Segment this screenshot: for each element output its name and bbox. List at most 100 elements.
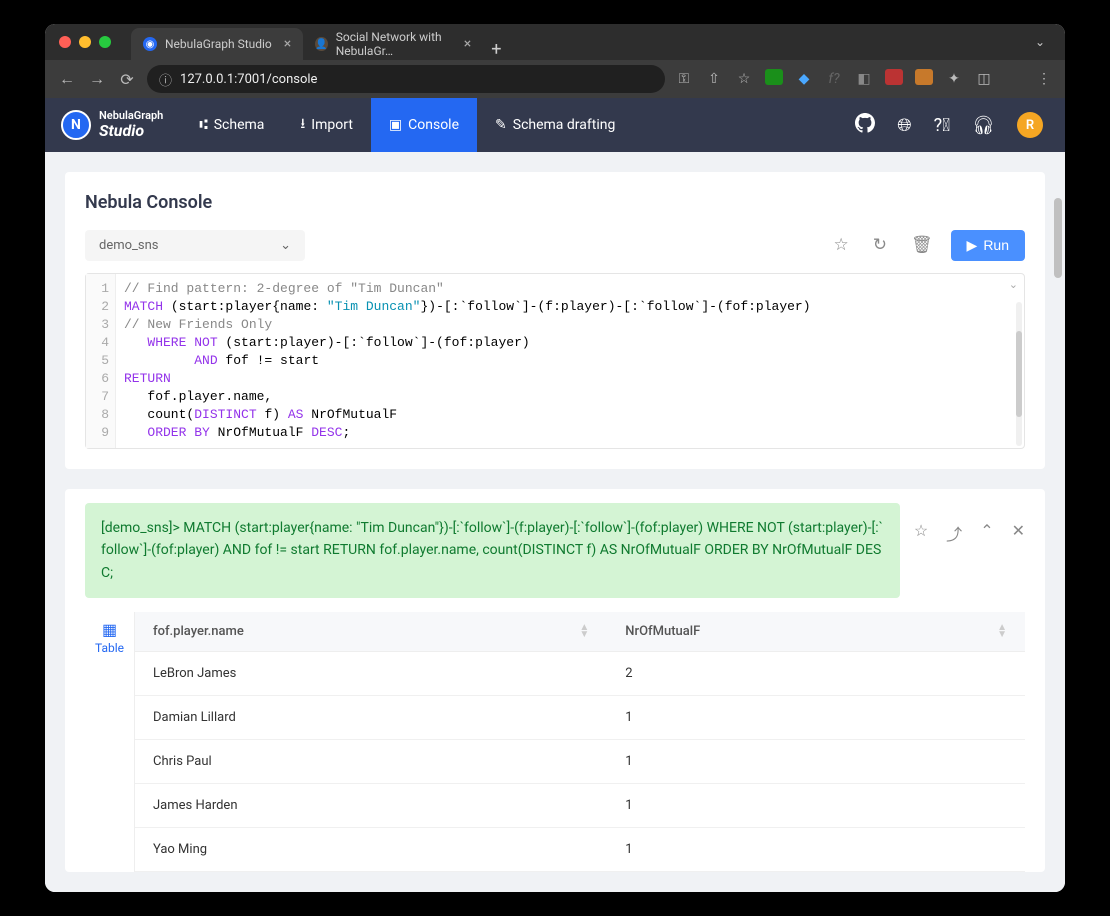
star-icon[interactable]: ☆ [914,521,928,545]
code-editor[interactable]: 123456789 // Find pattern: 2-degree of "… [85,273,1025,449]
user-avatar[interactable]: R [1017,112,1043,138]
share-icon[interactable]: ⇧ [705,71,723,87]
column-header[interactable]: fof.player.name ▲▼ [135,612,607,652]
editor-scrollbar[interactable] [1016,302,1022,446]
browser-tab-0[interactable]: ◉ NebulaGraph Studio × [131,28,303,60]
menu-label: Schema drafting [513,117,616,133]
cell-name: Damian Lillard [135,696,607,740]
extension-icon[interactable]: ◧ [855,71,873,87]
kebab-menu-icon[interactable]: ⋮ [1035,71,1053,87]
table-row[interactable]: Chris Paul1 [135,740,1025,784]
branch-icon: ⑆ [199,117,207,133]
table-row[interactable]: Yao Ming1 [135,828,1025,872]
play-icon: ▶ [967,237,978,254]
close-tab-icon[interactable]: × [464,36,471,52]
content: Nebula Console demo_sns ⌄ ☆ ↻ 🗑 ▶ Run 12… [45,152,1065,892]
menu-label: Import [311,117,353,133]
window-menu-icon[interactable]: ⌄ [1035,35,1051,49]
close-window-button[interactable] [59,36,71,48]
menu-schema[interactable]: ⑆ Schema [181,98,282,152]
console-toolbar: demo_sns ⌄ ☆ ↻ 🗑 ▶ Run [85,229,1025,261]
cell-count: 1 [607,740,1025,784]
cell-count: 1 [607,696,1025,740]
traffic-lights [59,36,111,48]
cell-name: Chris Paul [135,740,607,784]
tab-title: NebulaGraph Studio [165,37,272,51]
extensions-icon[interactable]: ✦ [945,71,963,87]
menu-import[interactable]: ⭳ Import [282,98,371,152]
terminal-icon: ▣ [389,117,402,133]
sidepanel-icon[interactable]: ◫ [975,71,993,87]
github-icon[interactable] [855,113,875,138]
export-icon[interactable]: ⤴ [946,521,962,545]
reload-button[interactable]: ⟳ [117,70,137,89]
extension-icon[interactable]: ◆ [795,71,813,87]
collapse-icon[interactable]: ⌃ [980,521,993,545]
back-button[interactable]: ← [57,69,77,89]
download-icon: ⭳ [300,113,305,137]
globe-icon[interactable]: 🌐︎ [897,115,911,136]
headset-icon[interactable]: 🎧︎ [972,115,995,136]
close-icon[interactable]: ✕ [1012,521,1025,545]
tab-title: Social Network with NebulaGr… [336,30,452,58]
tab-table[interactable]: ▦ Table [85,620,134,663]
cell-name: James Harden [135,784,607,828]
menu-label: Schema [214,117,265,133]
key-icon[interactable]: ⚿ [675,71,693,87]
result-view-tabs: ▦ Table [85,612,135,872]
table-row[interactable]: LeBron James2 [135,652,1025,696]
console-card: Nebula Console demo_sns ⌄ ☆ ↻ 🗑 ▶ Run 12… [65,172,1045,469]
app-header: N NebulaGraph Studio ⑆ Schema ⭳ Import ▣… [45,98,1065,152]
browser-window: ◉ NebulaGraph Studio × 👤 Social Network … [45,24,1065,892]
code-area[interactable]: // Find pattern: 2-degree of "Tim Duncan… [116,274,1024,448]
table-row[interactable]: Damian Lillard1 [135,696,1025,740]
favorite-icon[interactable]: ☆ [827,229,854,261]
table-row[interactable]: James Harden1 [135,784,1025,828]
run-label: Run [983,237,1009,253]
logo-text: NebulaGraph Studio [99,110,163,140]
editor-expand-icon[interactable]: ⌄ [1009,278,1018,292]
menu-console[interactable]: ▣ Console [371,98,477,152]
extension-icon[interactable]: f? [825,71,843,87]
database-selected-label: demo_sns [99,238,159,253]
cell-count: 2 [607,652,1025,696]
database-select[interactable]: demo_sns ⌄ [85,230,305,261]
column-header[interactable]: NrOfMutualF ▲▼ [607,612,1025,652]
star-icon[interactable]: ☆ [735,71,753,87]
chevron-down-icon: ⌄ [280,238,291,253]
query-echo: [demo_sns]> MATCH (start:player{name: "T… [85,503,900,598]
favicon-icon: 👤 [315,37,327,51]
help-icon[interactable]: ?⃝ [934,115,951,136]
result-card: [demo_sns]> MATCH (start:player{name: "T… [65,489,1045,872]
url-input[interactable]: ⓘ 127.0.0.1:7001/console [147,65,665,93]
close-tab-icon[interactable]: × [284,36,291,52]
titlebar: ◉ NebulaGraph Studio × 👤 Social Network … [45,24,1065,60]
cell-name: LeBron James [135,652,607,696]
console-title: Nebula Console [85,192,1025,213]
minimize-window-button[interactable] [79,36,91,48]
site-info-icon[interactable]: ⓘ [159,70,172,89]
sort-icon[interactable]: ▲▼ [997,624,1007,638]
forward-button[interactable]: → [87,69,107,89]
sort-icon[interactable]: ▲▼ [579,624,589,638]
run-button[interactable]: ▶ Run [951,230,1025,261]
cell-count: 1 [607,784,1025,828]
header-actions: 🌐︎ ?⃝ 🎧︎ R [833,112,1065,138]
result-body: ▦ Table fof.player.name ▲▼ [85,612,1025,872]
draft-icon: ✎ [495,117,507,133]
history-icon[interactable]: ↻ [867,229,893,261]
browser-tab-1[interactable]: 👤 Social Network with NebulaGr… × [303,28,483,60]
clear-icon[interactable]: 🗑 [905,229,939,261]
menu-label: Console [408,117,459,133]
cell-count: 1 [607,828,1025,872]
new-tab-button[interactable]: + [491,39,501,60]
extension-icon[interactable] [765,69,783,89]
maximize-window-button[interactable] [99,36,111,48]
extension-icon[interactable] [915,69,933,89]
extension-icon[interactable] [885,69,903,89]
menu-drafting[interactable]: ✎ Schema drafting [477,98,633,152]
page-scrollbar[interactable] [1054,198,1062,278]
logo[interactable]: N NebulaGraph Studio [61,110,163,140]
result-table: fof.player.name ▲▼ NrOfMutualF ▲▼ LeBron… [135,612,1025,872]
url-text: 127.0.0.1:7001/console [180,72,317,87]
